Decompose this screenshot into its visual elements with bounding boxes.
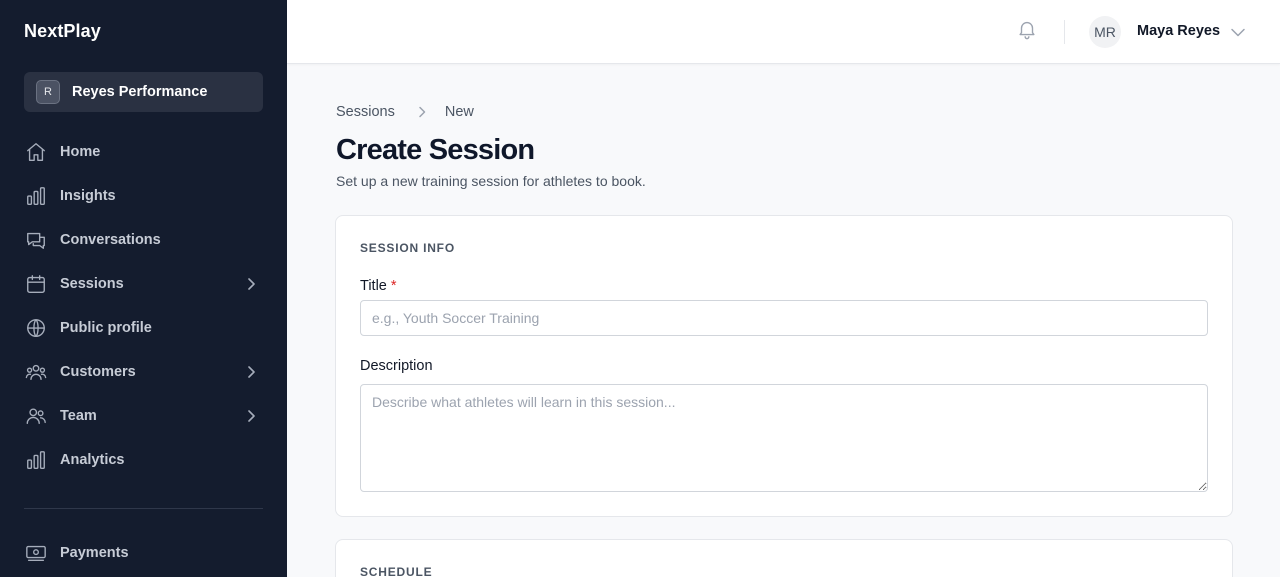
users-icon <box>24 404 48 428</box>
banknote-icon <box>24 541 48 565</box>
breadcrumb: Sessions New <box>336 104 474 120</box>
session-info-card: SESSION INFO Title* Description <box>335 215 1233 517</box>
brand-logo[interactable]: NextPlay <box>24 21 101 42</box>
sidebar-item-label: Team <box>60 408 97 424</box>
title-label-text: Title <box>360 278 387 294</box>
sidebar-item-label: Customers <box>60 364 136 380</box>
sidebar-item-sessions[interactable]: Sessions <box>24 268 263 300</box>
globe-icon <box>24 316 48 340</box>
bell-icon[interactable] <box>1016 18 1040 42</box>
home-icon <box>24 140 48 164</box>
sidebar-item-label: Payments <box>60 545 129 561</box>
schedule-card: SCHEDULE <box>335 539 1233 577</box>
sidebar-item-analytics[interactable]: Analytics <box>24 444 263 476</box>
page-subtitle: Set up a new training session for athlet… <box>336 173 646 189</box>
sidebar-item-label: Sessions <box>60 276 124 292</box>
breadcrumb-link-sessions[interactable]: Sessions <box>336 104 395 120</box>
bar-chart-icon <box>24 448 48 472</box>
sidebar-item-label: Insights <box>60 188 116 204</box>
description-field-label: Description <box>360 358 433 374</box>
sidebar-item-label: Home <box>60 144 101 160</box>
section-title: SCHEDULE <box>360 565 433 577</box>
chevron-right-icon <box>417 106 427 118</box>
sidebar-item-label: Analytics <box>60 452 125 468</box>
top-bar: MR Maya Reyes <box>287 0 1280 64</box>
sidebar-item-insights[interactable]: Insights <box>24 180 263 212</box>
org-initial-badge: R <box>36 80 60 104</box>
description-textarea[interactable] <box>360 384 1208 492</box>
chevron-right-icon[interactable] <box>243 276 259 292</box>
topbar-divider <box>1064 20 1065 44</box>
chat-bubbles-icon <box>24 228 48 252</box>
bar-chart-icon <box>24 184 48 208</box>
sidebar-item-customers[interactable]: Customers <box>24 356 263 388</box>
avatar[interactable]: MR <box>1089 16 1121 48</box>
sidebar-item-label: Conversations <box>60 232 161 248</box>
sidebar: NextPlay R Reyes Performance Home Insigh… <box>0 0 287 577</box>
sidebar-item-public-profile[interactable]: Public profile <box>24 312 263 344</box>
sidebar-item-conversations[interactable]: Conversations <box>24 224 263 256</box>
chevron-right-icon[interactable] <box>243 408 259 424</box>
title-input[interactable] <box>360 300 1208 336</box>
breadcrumb-current: New <box>444 104 474 120</box>
title-field-label: Title * <box>360 278 397 294</box>
org-switcher[interactable]: R Reyes Performance <box>24 72 263 112</box>
sidebar-item-payments[interactable]: Payments <box>24 537 263 569</box>
required-asterisk: * <box>390 278 397 294</box>
org-name: Reyes Performance <box>72 84 208 100</box>
sidebar-item-home[interactable]: Home <box>24 136 263 168</box>
chevron-down-icon[interactable] <box>1230 24 1246 40</box>
chevron-right-icon[interactable] <box>243 364 259 380</box>
page-title: Create Session <box>336 134 535 166</box>
section-title: SESSION INFO <box>360 241 455 255</box>
user-name[interactable]: Maya Reyes <box>1137 23 1220 39</box>
sidebar-item-team[interactable]: Team <box>24 400 263 432</box>
calendar-icon <box>24 272 48 296</box>
sidebar-item-label: Public profile <box>60 320 152 336</box>
users-group-icon <box>24 360 48 384</box>
sidebar-divider <box>24 508 263 509</box>
